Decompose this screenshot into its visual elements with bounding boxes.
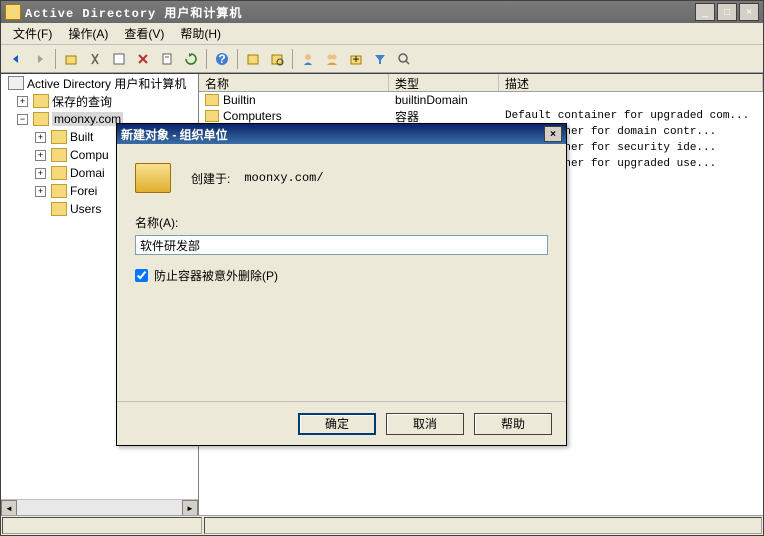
help-icon[interactable]: ? [211, 48, 233, 70]
toolbar: ? + [1, 45, 763, 73]
ok-button[interactable]: 确定 [298, 413, 376, 435]
list-row[interactable]: Builtin builtinDomain [199, 92, 763, 108]
folder-icon [51, 202, 67, 216]
refresh-icon[interactable] [180, 48, 202, 70]
tree-label: 保存的查询 [52, 93, 112, 110]
back-button[interactable] [5, 48, 27, 70]
menu-file[interactable]: 文件(F) [5, 23, 60, 44]
expander-icon[interactable]: + [35, 168, 46, 179]
tree-domain-label: moonxy.com [52, 112, 123, 126]
expander-icon[interactable]: − [17, 114, 28, 125]
name-label: 名称(A): [135, 214, 548, 231]
created-in-label: 创建于: [191, 170, 230, 187]
tree-root[interactable]: Active Directory 用户和计算机 [1, 74, 198, 92]
tree-label: Forei [70, 184, 97, 198]
protect-checkbox[interactable] [135, 269, 148, 282]
svg-text:?: ? [218, 52, 225, 66]
help-button[interactable]: 帮助 [474, 413, 552, 435]
status-seg [204, 517, 762, 534]
new-group-icon[interactable] [321, 48, 343, 70]
dialog-close-button[interactable]: × [544, 126, 562, 142]
tree-label: Built [70, 130, 93, 144]
col-desc[interactable]: 描述 [499, 74, 763, 91]
tree-label: Domai [70, 166, 105, 180]
ou-large-icon [135, 163, 171, 193]
folder-icon [205, 94, 219, 106]
window-title: Active Directory 用户和计算机 [25, 4, 695, 21]
expander-icon[interactable]: + [35, 186, 46, 197]
folder-icon [51, 148, 67, 162]
tree-label: Compu [70, 148, 109, 162]
maximize-button[interactable]: □ [717, 3, 737, 21]
name-input[interactable] [135, 235, 548, 255]
expander-icon[interactable]: + [35, 150, 46, 161]
console-icon [8, 76, 24, 90]
protect-label: 防止容器被意外删除(P) [154, 267, 278, 284]
up-button[interactable] [60, 48, 82, 70]
minimize-button[interactable]: _ [695, 3, 715, 21]
forward-button[interactable] [29, 48, 51, 70]
folder-icon [51, 130, 67, 144]
new-user-icon[interactable] [297, 48, 319, 70]
menu-help[interactable]: 帮助(H) [172, 23, 229, 44]
window-buttons: _ □ × [695, 3, 759, 21]
col-type[interactable]: 类型 [389, 74, 499, 91]
tree-h-scrollbar[interactable]: ◄ ► [1, 499, 198, 515]
created-in-path: moonxy.com/ [244, 171, 323, 185]
dialog-body: 创建于: moonxy.com/ 名称(A): 防止容器被意外删除(P) [117, 144, 566, 401]
filter-icon[interactable] [369, 48, 391, 70]
list-header: 名称 类型 描述 [199, 74, 763, 92]
app-icon [5, 4, 21, 20]
domain-icon [33, 112, 49, 126]
menu-view[interactable]: 查看(V) [116, 23, 172, 44]
col-name[interactable]: 名称 [199, 74, 389, 91]
folder-icon [51, 166, 67, 180]
titlebar: Active Directory 用户和计算机 _ □ × [1, 1, 763, 23]
properties-icon[interactable] [108, 48, 130, 70]
folder-icon [33, 94, 49, 108]
tree-label: Users [70, 202, 101, 216]
dialog-titlebar: 新建对象 - 组织单位 × [117, 124, 566, 144]
delete-icon[interactable] [132, 48, 154, 70]
menu-action[interactable]: 操作(A) [60, 23, 116, 44]
close-button[interactable]: × [739, 3, 759, 21]
tree-saved-queries[interactable]: + 保存的查询 [1, 92, 198, 110]
folder-icon [51, 184, 67, 198]
cancel-button[interactable]: 取消 [386, 413, 464, 435]
menubar: 文件(F) 操作(A) 查看(V) 帮助(H) [1, 23, 763, 45]
protect-row[interactable]: 防止容器被意外删除(P) [135, 267, 548, 284]
dialog-title: 新建对象 - 组织单位 [121, 126, 544, 143]
list-row[interactable]: Computers 容器 Default container for upgra… [199, 108, 763, 124]
find-icon[interactable] [266, 48, 288, 70]
folder-icon [205, 110, 219, 122]
scroll-right-icon[interactable]: ► [182, 500, 198, 515]
svg-text:+: + [352, 52, 359, 66]
dialog-buttons: 确定 取消 帮助 [117, 401, 566, 445]
expander-icon[interactable]: + [35, 132, 46, 143]
properties2-icon[interactable] [156, 48, 178, 70]
cut-icon[interactable] [84, 48, 106, 70]
scroll-left-icon[interactable]: ◄ [1, 500, 17, 515]
tree-root-label: Active Directory 用户和计算机 [27, 75, 186, 92]
expander-icon[interactable]: + [17, 96, 28, 107]
statusbar [1, 515, 763, 535]
status-seg [2, 517, 202, 534]
new-container-icon[interactable] [242, 48, 264, 70]
new-ou-icon[interactable]: + [345, 48, 367, 70]
search-icon[interactable] [393, 48, 415, 70]
new-ou-dialog: 新建对象 - 组织单位 × 创建于: moonxy.com/ 名称(A): 防止… [116, 123, 567, 446]
scroll-track[interactable] [17, 500, 182, 515]
